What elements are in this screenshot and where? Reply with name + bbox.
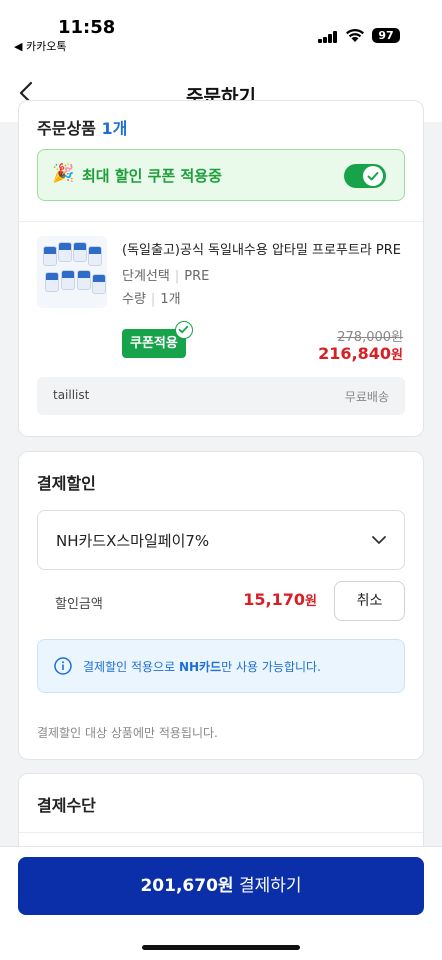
wifi-icon	[346, 28, 364, 42]
coupon-check-icon	[175, 321, 193, 339]
product-name[interactable]: (독일출고)공식 독일내수용 압타밀 프로푸트라 PRE	[122, 239, 407, 258]
product-can-image	[88, 246, 102, 266]
status-bar: 11:58 ◀ 카카오톡 97	[0, 0, 442, 64]
order-items-heading: 주문상품 1개	[37, 115, 127, 139]
product-can-image	[77, 270, 91, 290]
order-items-card: 주문상품 1개 🎉 최대 할인 쿠폰 적용중 (독일출고)공식 독일내수용 압타…	[18, 100, 424, 437]
payment-discount-card: 결제할인 NH카드X스마일페이7% 할인금액 15,170원 취소 결제할인 적…	[18, 451, 424, 760]
product-can-image	[45, 272, 59, 292]
coupon-toggle[interactable]	[344, 164, 386, 188]
back-to-app-link[interactable]: ◀ 카카오톡	[14, 38, 66, 54]
total-amount: 201,670원	[140, 876, 234, 896]
discount-info-text: 결제할인 적용으로 NH카드만 사용 가능합니다.	[83, 660, 321, 674]
status-time: 11:58	[58, 17, 116, 38]
toggle-knob	[363, 166, 383, 186]
product-option: 단계선택 | PRE	[122, 269, 210, 284]
discount-amount-label: 할인금액	[55, 597, 103, 612]
checkout-bar: 201,670원 결제하기	[0, 846, 442, 960]
discount-info-box: 결제할인 적용으로 NH카드만 사용 가능합니다.	[37, 639, 405, 693]
party-popper-icon: 🎉	[52, 163, 75, 184]
product-can-image	[58, 242, 72, 262]
seller-shipping-row: taillist 무료배송	[37, 377, 405, 415]
shipping-fee: 무료배송	[344, 390, 389, 404]
seller-name: taillist	[53, 388, 90, 402]
divider	[19, 832, 423, 833]
sale-price: 216,840원	[318, 344, 403, 363]
discount-note: 결제할인 대상 상품에만 적용됩니다.	[37, 726, 218, 740]
order-items-title: 주문상품	[37, 119, 96, 138]
original-price: 278,000원	[337, 330, 403, 345]
product-quantity: 수량 | 1개	[122, 292, 181, 307]
product-thumbnail[interactable]	[37, 236, 107, 308]
max-coupon-banner: 🎉 최대 할인 쿠폰 적용중	[37, 149, 405, 201]
quantity-label: 수량	[122, 292, 146, 307]
product-can-image	[92, 274, 106, 294]
pay-label: 결제하기	[233, 876, 302, 896]
order-items-count: 1개	[101, 119, 128, 138]
payment-method-title: 결제수단	[37, 796, 96, 815]
discount-amount: 15,170원	[243, 590, 317, 609]
product-can-image	[73, 242, 87, 262]
product-can-image	[43, 246, 57, 266]
quantity-value: 1개	[160, 292, 181, 307]
check-icon	[367, 172, 379, 181]
home-indicator	[142, 945, 300, 950]
selected-discount-option: NH카드X스마일페이7%	[56, 532, 210, 550]
product-can-image	[61, 270, 75, 290]
option-label: 단계선택	[122, 269, 170, 284]
divider	[19, 221, 423, 222]
info-icon	[54, 657, 72, 675]
coupon-banner-text: 최대 할인 쿠폰 적용중	[82, 167, 222, 185]
discount-card-select[interactable]: NH카드X스마일페이7%	[37, 510, 405, 570]
chevron-down-icon	[372, 536, 386, 544]
payment-discount-title: 결제할인	[37, 474, 96, 493]
battery-indicator: 97	[372, 28, 400, 43]
option-value: PRE	[184, 269, 210, 284]
cellular-signal-icon	[318, 31, 338, 43]
pay-button[interactable]: 201,670원 결제하기	[18, 857, 424, 915]
cancel-discount-button[interactable]: 취소	[334, 581, 405, 621]
